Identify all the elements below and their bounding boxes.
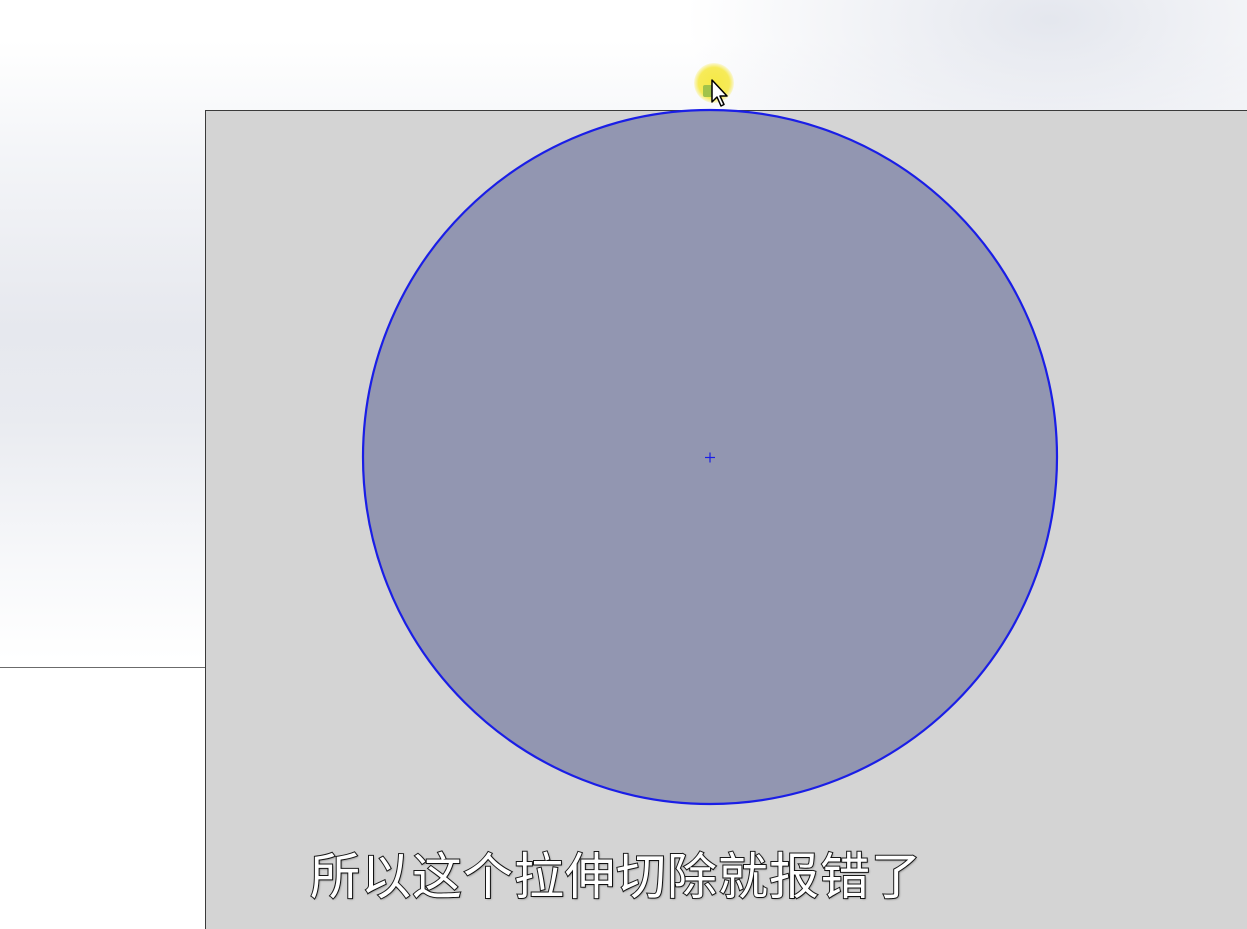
sketch-layer [361,108,1059,806]
video-subtitle: 所以这个拉伸切除就报错了 [309,847,922,907]
arrow-cursor-icon [711,79,728,107]
